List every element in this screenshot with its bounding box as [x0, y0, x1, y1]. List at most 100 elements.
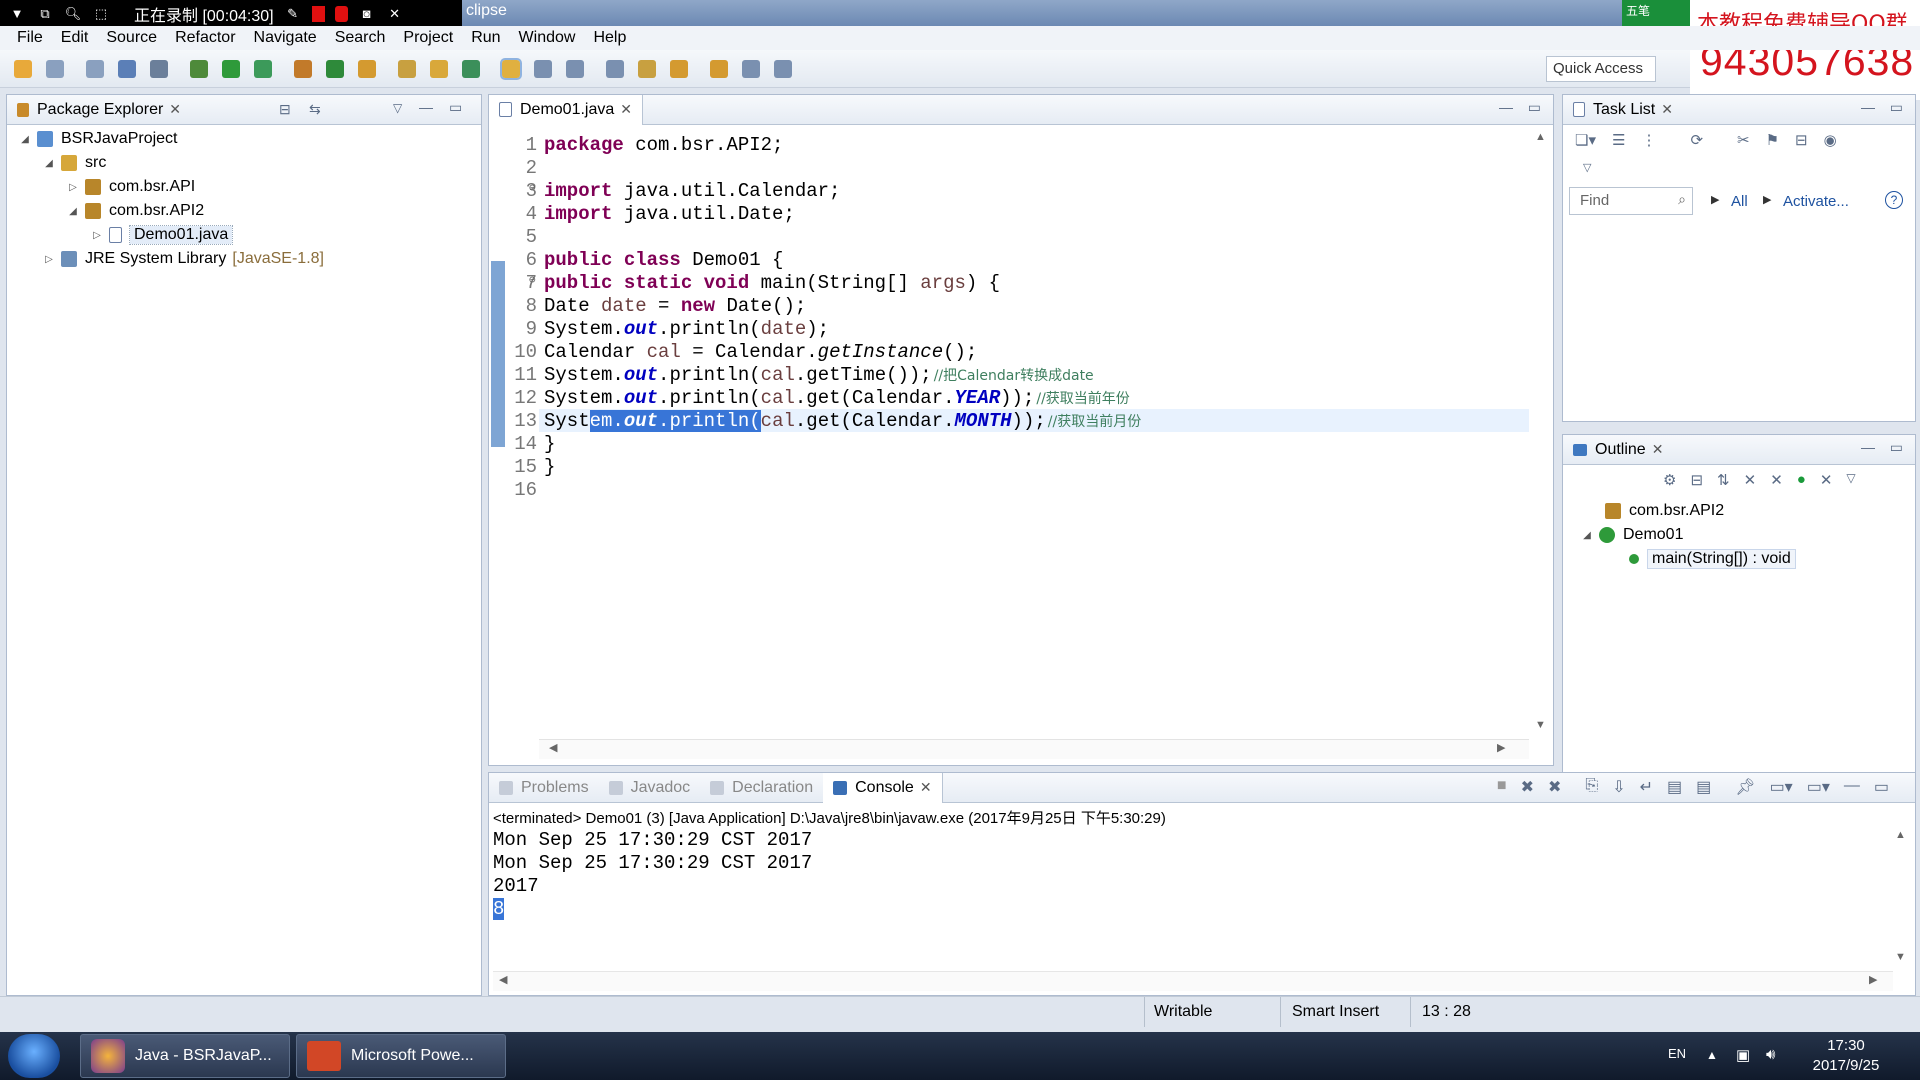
schedule-icon[interactable]: ⋮ [1641, 131, 1656, 149]
expanded-arrow-icon[interactable]: ◢ [1581, 530, 1593, 541]
code-line[interactable]: System.out.println(cal.get(Calendar.MONT… [544, 410, 1141, 432]
code-line[interactable]: Calendar cal = Calendar.getInstance(); [544, 341, 977, 363]
find-input[interactable]: Find ⌕ [1569, 187, 1693, 215]
scroll-down-icon[interactable]: ▼ [1535, 719, 1546, 731]
new-package-icon[interactable] [326, 60, 344, 78]
scroll-up-icon[interactable]: ▲ [1895, 829, 1906, 841]
pin-console-icon[interactable]: 📌︎ [1735, 777, 1755, 797]
code-line[interactable]: import java.util.Calendar; [544, 180, 840, 202]
volume-icon[interactable]: 🔊︎ [1766, 1046, 1775, 1063]
stop-icon[interactable] [334, 6, 348, 22]
menu-file[interactable]: File [8, 29, 52, 47]
show-whitespace-icon[interactable] [566, 60, 584, 78]
code-line[interactable]: public static void main(String[] args) { [544, 272, 1000, 294]
expanded-arrow-icon[interactable]: ◢ [19, 134, 31, 145]
outline-item[interactable]: ◢ Demo01 [1563, 523, 1913, 547]
collapsed-arrow-icon[interactable]: ▷ [43, 254, 55, 265]
last-edit-icon[interactable] [670, 60, 688, 78]
tree-item[interactable]: ◢ BSRJavaProject [19, 127, 481, 151]
dropdown-icon[interactable]: ▼ [8, 5, 26, 23]
menu-window[interactable]: Window [510, 29, 585, 47]
new-class-icon[interactable] [358, 60, 376, 78]
menu-search[interactable]: Search [326, 29, 395, 47]
pen-icon[interactable]: ✎ [284, 5, 302, 23]
view-menu-icon[interactable]: ▽ [1583, 161, 1591, 174]
tab-task-list[interactable]: Task List ✕ [1563, 95, 1683, 125]
tree-item[interactable]: ◢ com.bsr.API2 [19, 199, 481, 223]
maximize-icon[interactable]: ▭ [1528, 99, 1541, 116]
maximize-icon[interactable]: ▭ [449, 99, 462, 116]
code-area[interactable]: 1 package com.bsr.API2; 2 3 ⊖ import java.uti… [489, 127, 1529, 737]
view-menu-icon[interactable]: ▽ [393, 101, 402, 115]
hide-local-types-icon[interactable]: ● [1797, 471, 1806, 489]
save-icon[interactable] [46, 60, 64, 78]
next-annotation-icon[interactable] [606, 60, 624, 78]
skip-breakpoints-icon[interactable] [150, 60, 168, 78]
scroll-down-icon[interactable]: ▼ [1895, 951, 1906, 963]
close-icon[interactable]: ✕ [169, 101, 181, 118]
scroll-up-icon[interactable]: ▲ [1535, 131, 1546, 143]
code-line[interactable]: } [544, 433, 555, 455]
search-icon[interactable] [462, 60, 480, 78]
close-icon[interactable]: ✕ [1652, 441, 1664, 458]
tab-javadoc[interactable]: Javadoc [599, 773, 701, 803]
tree-item[interactable]: ◢ src [19, 151, 481, 175]
word-wrap-icon[interactable]: ↵ [1640, 777, 1653, 797]
tree-item[interactable]: ▷ com.bsr.API [19, 175, 481, 199]
collapse-icon[interactable]: ⊟ [1795, 131, 1808, 149]
collapse-all-icon[interactable]: ⊟ [1690, 471, 1703, 489]
expanded-arrow-icon[interactable]: ◢ [67, 206, 79, 217]
all-link[interactable]: All [1731, 193, 1748, 210]
maximize-icon[interactable]: ▭ [1890, 439, 1903, 456]
code-line[interactable]: import java.util.Date; [544, 203, 795, 225]
menu-help[interactable]: Help [584, 29, 635, 47]
fold-icon[interactable]: ⊖ [529, 273, 536, 287]
code-line[interactable]: System.out.println(cal.get(Calendar.YEAR… [544, 387, 1130, 409]
scroll-left-icon[interactable]: ◀ [499, 973, 507, 986]
pause-icon[interactable] [311, 6, 325, 22]
tree-item[interactable]: ▷ Demo01.java [19, 223, 481, 247]
help-icon[interactable]: ? [1885, 191, 1903, 209]
scroll-lock-icon[interactable]: ⇩ [1612, 777, 1625, 797]
hide-completed-icon[interactable]: ⚑ [1766, 131, 1779, 149]
filter-icon[interactable]: ✂ [1737, 131, 1750, 149]
close-icon[interactable]: ✕ [1661, 101, 1673, 118]
open-task-icon[interactable] [430, 60, 448, 78]
minimize-icon[interactable]: — [1861, 439, 1875, 455]
run-icon[interactable] [222, 60, 240, 78]
collapsed-arrow-icon[interactable]: ▷ [91, 230, 103, 241]
display-console-icon[interactable]: ▭▾ [1770, 777, 1793, 797]
prev-annotation-icon[interactable] [638, 60, 656, 78]
outline-item[interactable]: com.bsr.API2 [1563, 499, 1913, 523]
scroll-right-icon[interactable]: ▶ [1497, 741, 1505, 754]
taskbar-clock[interactable]: 17:30 2017/9/25 [1806, 1036, 1886, 1076]
scroll-right-icon[interactable]: ▶ [1869, 973, 1877, 986]
scroll-left-icon[interactable]: ◀ [549, 741, 557, 754]
tab-package-explorer[interactable]: Package Explorer ✕ [7, 95, 191, 125]
pin-icon[interactable] [774, 60, 792, 78]
clear-console-icon[interactable]: ⎘ [1585, 777, 1598, 797]
start-button[interactable] [8, 1034, 60, 1078]
activate-link[interactable]: Activate... [1783, 193, 1849, 210]
code-line[interactable]: Date date = new Date(); [544, 295, 806, 317]
minimize-icon[interactable]: — [1499, 99, 1513, 115]
link-editor-icon[interactable]: ⇆ [309, 101, 321, 118]
camera-icon[interactable]: ◙ [358, 5, 376, 23]
code-line[interactable]: } [544, 456, 555, 478]
back-icon[interactable] [710, 60, 728, 78]
code-line[interactable]: System.out.println(date); [544, 318, 829, 340]
close-icon[interactable]: ✕ [920, 779, 932, 796]
open-console-icon[interactable]: ▭▾ [1807, 777, 1830, 797]
console-output[interactable]: Mon Sep 25 17:30:29 CST 2017 Mon Sep 25 1… [493, 829, 1883, 921]
tab-declaration[interactable]: Declaration [700, 773, 823, 803]
block-selection-icon[interactable] [534, 60, 552, 78]
link-editor-icon[interactable]: ✕ [1820, 471, 1833, 489]
debug-icon[interactable] [190, 60, 208, 78]
console-hscroll[interactable] [493, 971, 1893, 991]
show-stdout-icon[interactable]: ▤ [1667, 777, 1682, 797]
fold-icon[interactable]: ⊖ [529, 181, 536, 195]
tree-item[interactable]: ▷ JRE System Library [JavaSE-1.8] [19, 247, 481, 271]
hide-static-icon[interactable]: ✕ [1744, 471, 1757, 489]
menu-refactor[interactable]: Refactor [166, 29, 244, 47]
sync-icon[interactable]: ⟳ [1690, 131, 1703, 149]
